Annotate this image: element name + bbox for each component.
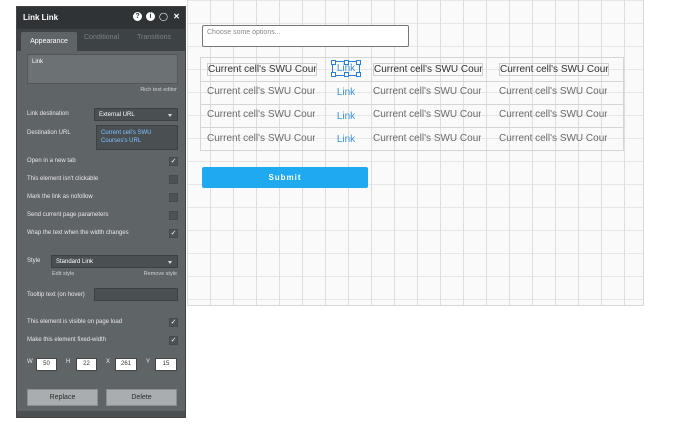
- cell-text[interactable]: Current cell's SWU Cour...: [499, 86, 607, 97]
- cell-text[interactable]: Current cell's SWU Cour...: [373, 109, 481, 120]
- cell-text[interactable]: Current cell's SWU Cour...: [207, 133, 315, 144]
- link-element[interactable]: Link: [333, 63, 359, 74]
- not-clickable-checkbox[interactable]: [169, 175, 178, 184]
- cell-text[interactable]: Current cell's SWU Cour...: [207, 86, 315, 97]
- destination-url-field[interactable]: Current cell's SWU Courses's URL: [96, 125, 178, 150]
- help-icon[interactable]: ?: [133, 12, 142, 21]
- link-text-input[interactable]: Link: [27, 54, 178, 84]
- y-label: Y: [146, 359, 151, 365]
- panel-footer: [17, 411, 185, 417]
- cell-text[interactable]: Current cell's SWU Cour...: [373, 63, 483, 76]
- height-input[interactable]: 22: [76, 358, 97, 371]
- checkbox-label: Make this element fixed-width: [27, 337, 107, 343]
- style-select[interactable]: Standard Link: [51, 255, 178, 268]
- chevron-down-icon: [168, 261, 172, 264]
- rich-text-editor-link[interactable]: Rich text editor: [140, 87, 177, 93]
- link-element[interactable]: Link: [333, 111, 359, 122]
- submit-button[interactable]: Submit: [202, 167, 368, 188]
- tab-appearance[interactable]: Appearance: [21, 32, 77, 51]
- tooltip-label: Tooltip text (on hover): [27, 292, 85, 298]
- style-value: Standard Link: [56, 259, 94, 265]
- panel-tabs: Appearance Conditional Transitions: [17, 29, 185, 51]
- cell-text[interactable]: Current cell's SWU Cour...: [373, 86, 481, 97]
- edit-style-link[interactable]: Edit style: [52, 271, 74, 277]
- replace-button[interactable]: Replace: [27, 389, 98, 406]
- chevron-down-icon: [168, 114, 172, 117]
- table-row: Current cell's SWU Cour... Link Current …: [201, 104, 625, 128]
- info-icon[interactable]: i: [146, 12, 155, 21]
- x-input[interactable]: 261: [115, 358, 137, 371]
- multi-select-dropdown[interactable]: Choose some options...: [202, 25, 409, 47]
- remove-style-link[interactable]: Remove style: [144, 271, 177, 277]
- checkbox-label: Send current page parameters: [27, 212, 109, 218]
- link-destination-label: Link destination: [27, 111, 69, 117]
- tab-conditional[interactable]: Conditional: [84, 34, 119, 41]
- tooltip-input[interactable]: [94, 288, 178, 301]
- fixed-width-checkbox[interactable]: ✓: [169, 336, 178, 345]
- wrap-text-checkbox[interactable]: ✓: [169, 229, 178, 238]
- checkbox-label: Mark the link as nofollow: [27, 194, 93, 200]
- table-row: Current cell's SWU Cour... Link Current …: [201, 58, 625, 82]
- cell-text[interactable]: Current cell's SWU Cour...: [499, 133, 607, 144]
- visible-on-load-checkbox[interactable]: ✓: [169, 318, 178, 327]
- open-new-tab-checkbox[interactable]: ✓: [169, 157, 178, 166]
- checkbox-label: This element isn't clickable: [27, 176, 99, 182]
- link-destination-select[interactable]: External URL: [94, 108, 178, 121]
- close-icon[interactable]: ✕: [172, 12, 181, 21]
- cell-text[interactable]: Current cell's SWU Cour...: [373, 133, 481, 144]
- delete-button[interactable]: Delete: [106, 389, 177, 406]
- link-destination-value: External URL: [99, 112, 135, 118]
- destination-url-label: Destination URL: [27, 130, 71, 136]
- checkbox-label: This element is visible on page load: [27, 319, 123, 325]
- cell-text[interactable]: Current cell's SWU Cour...: [207, 109, 315, 120]
- link-element[interactable]: Link: [333, 87, 359, 98]
- send-parameters-checkbox[interactable]: [169, 211, 178, 220]
- nofollow-checkbox[interactable]: [169, 193, 178, 202]
- panel-header[interactable]: Link Link ? i ◯ ✕: [17, 7, 185, 29]
- style-label: Style: [27, 258, 41, 264]
- checkbox-label: Wrap the text when the width changes: [27, 230, 129, 236]
- y-input[interactable]: 15: [155, 358, 177, 371]
- comment-icon[interactable]: ◯: [159, 12, 168, 21]
- x-label: X: [106, 359, 111, 365]
- tab-transitions[interactable]: Transitions: [137, 34, 171, 41]
- dynamic-expression[interactable]: Current cell's SWU Courses's URL: [101, 129, 173, 145]
- cell-text[interactable]: Current cell's SWU Cour...: [499, 63, 609, 76]
- panel-title: Link Link: [23, 13, 59, 22]
- repeating-group[interactable]: Current cell's SWU Cour... Link Current …: [200, 57, 625, 151]
- cell-text[interactable]: Current cell's SWU Cour...: [499, 109, 607, 120]
- width-input[interactable]: 50: [36, 358, 57, 371]
- property-editor-panel: Link Link ? i ◯ ✕ Appearance Conditional…: [16, 6, 186, 418]
- table-row: Current cell's SWU Cour... Link Current …: [201, 127, 625, 150]
- table-row: Current cell's SWU Cour... Link Current …: [201, 81, 625, 105]
- checkbox-label: Open in a new tab: [27, 158, 76, 164]
- width-label: W: [27, 359, 33, 365]
- cell-text[interactable]: Current cell's SWU Cour...: [207, 63, 317, 76]
- link-element[interactable]: Link: [333, 134, 359, 145]
- height-label: H: [66, 359, 71, 365]
